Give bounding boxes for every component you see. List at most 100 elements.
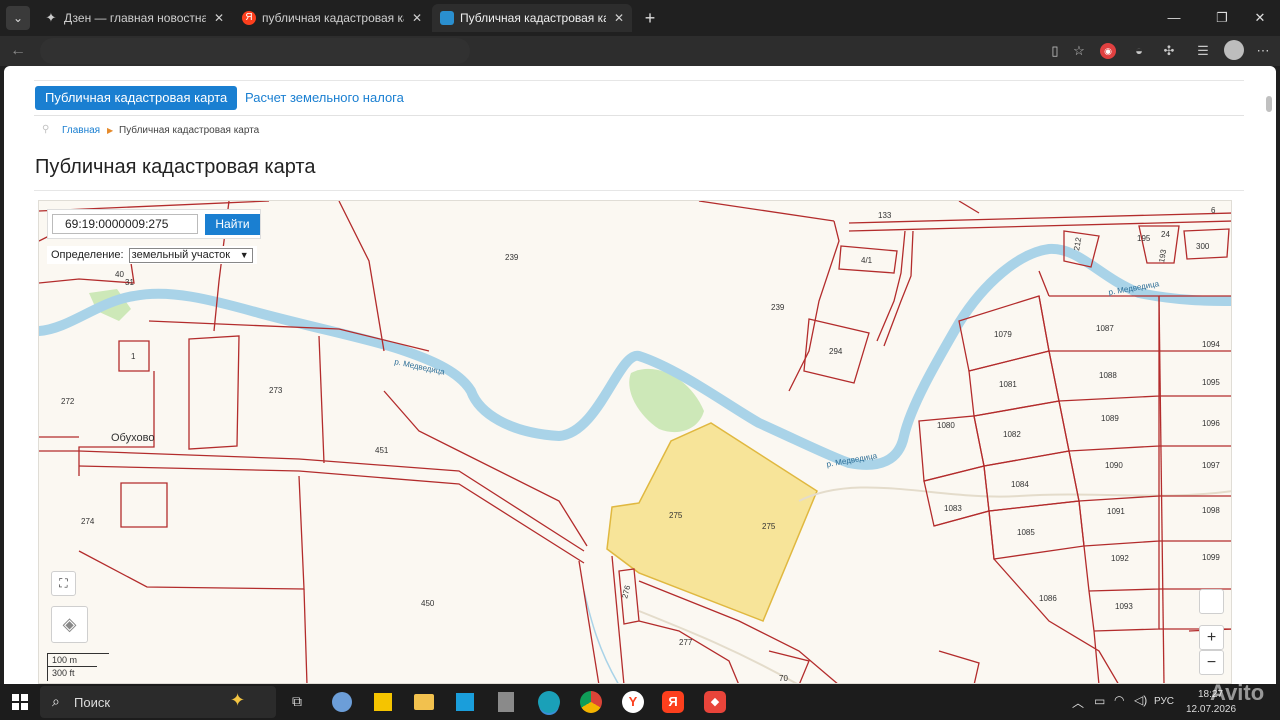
parcel-label: 274 xyxy=(81,517,95,526)
layers-icon[interactable]: ◈ xyxy=(51,606,88,643)
app-icon-edge[interactable] xyxy=(538,691,560,713)
app-icon-paint[interactable] xyxy=(332,692,352,712)
tray-chevron-up-icon[interactable]: ︿ xyxy=(1072,694,1084,711)
divider xyxy=(34,115,1244,116)
parcel-label: 1079 xyxy=(994,330,1012,339)
map-canvas[interactable]: р. Медведица р. Медведица р. Медведица О… xyxy=(39,201,1232,684)
parcel-label: 70 xyxy=(779,674,788,683)
divider xyxy=(34,190,1244,191)
cadastral-search-panel: Найти xyxy=(47,209,261,239)
parcel-label: 6 xyxy=(1211,206,1216,215)
parcel-label: 24 xyxy=(1161,230,1170,239)
road xyxy=(638,610,798,683)
parcel-label: 1099 xyxy=(1202,553,1220,562)
extension-red-icon[interactable]: ◉ xyxy=(1100,43,1116,59)
parcel-label: 1094 xyxy=(1202,340,1220,349)
zoom-in-button[interactable]: + xyxy=(1199,625,1224,650)
zoom-out-button[interactable]: − xyxy=(1199,650,1224,675)
close-icon[interactable]: ✕ xyxy=(412,4,422,32)
parcel-label: 276 xyxy=(620,584,632,600)
parcel-label: 1086 xyxy=(1039,594,1057,603)
parcel-label: 1081 xyxy=(999,380,1017,389)
parcel-label: 1093 xyxy=(1115,602,1133,611)
page-scrollbar[interactable] xyxy=(1266,96,1272,112)
restore-icon[interactable]: ❐ xyxy=(1212,8,1232,28)
volume-icon[interactable]: ◁) xyxy=(1134,693,1147,707)
parcel-label: 272 xyxy=(61,397,75,406)
parcel-label: 40 xyxy=(115,270,124,279)
extensions-puzzle-icon[interactable]: ✣ xyxy=(1160,42,1178,60)
parcel-label: 1098 xyxy=(1202,506,1220,515)
parcel-label: 1084 xyxy=(1011,480,1029,489)
close-icon[interactable]: ✕ xyxy=(214,4,224,32)
divider xyxy=(34,80,1244,81)
minimize-icon[interactable]: — xyxy=(1164,8,1184,28)
reading-view-icon[interactable]: ▯ xyxy=(1046,42,1064,60)
parcel-label: 277 xyxy=(679,638,693,647)
taskbar: ⌕ Поиск ✦ ⧉ Y Я ◆ ︿ ▭ ◠ ◁) РУС 18:27 12.… xyxy=(0,680,1280,720)
browser-toolbar: ← ▯ ☆ ◉ ◒ ✣ ☰ ⋯ xyxy=(0,36,1280,66)
windows-start-icon[interactable] xyxy=(12,694,28,710)
language-indicator[interactable]: РУС xyxy=(1154,696,1174,707)
parcel-label: 294 xyxy=(829,347,843,356)
parcel-label: 193 xyxy=(1157,248,1168,263)
cadastral-map[interactable]: р. Медведица р. Медведица р. Медведица О… xyxy=(38,200,1232,684)
parcel-label: 1095 xyxy=(1202,378,1220,387)
profile-avatar[interactable] xyxy=(1224,40,1244,60)
nav-tab-cadastral-map[interactable]: Публичная кадастровая карта xyxy=(35,86,238,110)
taskbar-search-box[interactable]: ⌕ Поиск ✦ xyxy=(40,686,276,718)
parcel-label: 239 xyxy=(505,253,519,262)
favorites-icon[interactable]: ☰ xyxy=(1194,42,1212,60)
browser-tab-yandex-search[interactable]: Я публичная кадастровая карта 20 ✕ xyxy=(234,4,430,32)
browser-tab-cadastral-map[interactable]: Публичная кадастровая карта ✕ xyxy=(432,4,632,32)
back-arrow-icon[interactable]: ← xyxy=(8,41,28,61)
tab-actions-menu-icon[interactable]: ⌄ xyxy=(6,6,30,30)
wifi-icon[interactable]: ◠ xyxy=(1114,693,1124,707)
vpn-shield-icon[interactable]: ◒ xyxy=(1130,42,1148,60)
browser-tab-dzen[interactable]: ✦ Дзен — главная новостная инф ✕ xyxy=(36,4,232,32)
app-icon-yandex[interactable]: Я xyxy=(662,691,684,713)
web-page: Публичная кадастровая карта Расчет земел… xyxy=(4,66,1276,684)
measure-tool-button[interactable] xyxy=(1199,589,1224,614)
parcel-label: 1096 xyxy=(1202,419,1220,428)
app-icon-sticky-notes[interactable] xyxy=(374,693,392,711)
definition-select[interactable]: земельный участок ▼ xyxy=(128,247,253,263)
parcel-label: 275 xyxy=(669,511,683,520)
app-icon-file-explorer[interactable] xyxy=(414,694,434,710)
parcel-label: 1091 xyxy=(1107,507,1125,516)
location-pin-icon: ⚲ xyxy=(42,124,50,135)
browser-tabstrip: ⌄ ✦ Дзен — главная новостная инф ✕ Я пуб… xyxy=(0,0,1280,36)
task-view-icon[interactable]: ⧉ xyxy=(292,693,302,710)
cadastral-number-input[interactable] xyxy=(52,214,198,234)
battery-icon[interactable]: ▭ xyxy=(1094,694,1105,708)
app-icon-yandex-browser[interactable]: Y xyxy=(622,691,644,713)
yandex-logo-icon: Я xyxy=(242,11,256,25)
tab-label: Публичная кадастровая карта xyxy=(460,11,606,25)
taskbar-search-label: Поиск xyxy=(74,695,111,710)
app-icon-maps[interactable] xyxy=(456,693,474,711)
close-window-icon[interactable]: ✕ xyxy=(1250,8,1270,28)
close-icon[interactable]: ✕ xyxy=(614,4,624,32)
river-medveditsa xyxy=(39,243,1231,470)
road xyxy=(798,486,1231,502)
more-options-icon[interactable]: ⋯ xyxy=(1254,42,1272,60)
parcel-label: 31 xyxy=(125,278,134,287)
favorite-star-icon[interactable]: ☆ xyxy=(1070,42,1088,60)
nav-link-land-tax[interactable]: Расчет земельного налога xyxy=(245,86,404,110)
parcel-label: 1092 xyxy=(1111,554,1129,563)
scale-bar-mid xyxy=(47,666,97,667)
definition-selected-value: земельный участок xyxy=(131,248,231,261)
fullscreen-icon[interactable]: ⛶ xyxy=(51,571,76,596)
app-icon-anydesk[interactable]: ◆ xyxy=(704,691,726,713)
address-bar[interactable] xyxy=(40,38,470,64)
app-icon-calculator[interactable] xyxy=(498,692,514,712)
new-tab-plus-icon[interactable]: + xyxy=(640,8,660,28)
parcel-label: 1080 xyxy=(937,421,955,430)
app-icon-chrome[interactable] xyxy=(580,691,602,713)
find-button[interactable]: Найти xyxy=(205,214,260,235)
breadcrumb-home-link[interactable]: Главная xyxy=(62,125,100,136)
parcel-label: 1085 xyxy=(1017,528,1035,537)
page-title: Публичная кадастровая карта xyxy=(35,156,316,178)
parcel-label: 1083 xyxy=(944,504,962,513)
selected-parcel-275 xyxy=(606,422,818,622)
